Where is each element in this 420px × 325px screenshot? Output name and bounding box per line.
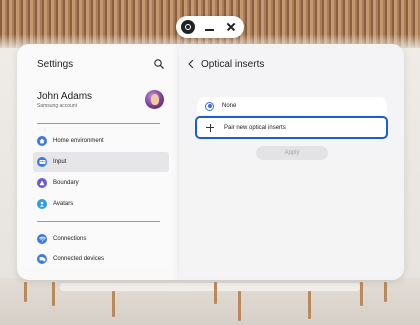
sidebar-item-input[interactable]: Input [33, 152, 169, 172]
minimize-icon[interactable] [203, 20, 217, 34]
sidebar-item-connections[interactable]: Connections [33, 229, 169, 249]
sidebar-item-label: Connected devices [53, 256, 105, 262]
chair-leg [112, 291, 115, 317]
settings-sidebar: Settings John Adams Samsung account Home… [17, 44, 179, 280]
app-icon[interactable] [181, 20, 195, 34]
table-background [60, 283, 360, 291]
chair-leg [308, 291, 311, 319]
radio-selected-icon[interactable] [205, 101, 214, 111]
profile-name[interactable]: John Adams [37, 91, 92, 102]
divider [37, 123, 160, 124]
home-icon [37, 136, 47, 146]
option-label: Pair new optical inserts [224, 124, 286, 131]
chair-leg [214, 282, 217, 304]
avatar-icon [37, 199, 47, 209]
close-icon[interactable] [224, 20, 238, 34]
sidebar-item-label: Input [53, 159, 67, 165]
sidebar-item-label: Avatars [53, 201, 74, 207]
profile-subtitle: Samsung account [37, 103, 78, 109]
search-icon[interactable] [153, 58, 165, 70]
pair-new-optical-inserts-button[interactable]: Pair new optical inserts [195, 116, 388, 139]
apply-button[interactable]: Apply [256, 146, 328, 160]
chair-leg [384, 282, 387, 302]
optical-inserts-panel: Optical inserts None Pair new optical in… [179, 44, 404, 280]
chevron-left-icon[interactable] [186, 59, 196, 69]
divider [37, 221, 160, 222]
input-icon [37, 157, 47, 167]
chair-leg [24, 282, 27, 302]
devices-icon [37, 254, 47, 264]
chair-leg [238, 291, 241, 321]
chair-leg [360, 282, 363, 306]
sidebar-title: Settings [37, 59, 74, 70]
page-title: Optical inserts [201, 59, 265, 70]
option-none[interactable]: None [197, 97, 387, 115]
sidebar-item-connected-devices[interactable]: Connected devices [33, 249, 169, 269]
wifi-icon [37, 234, 47, 244]
sidebar-item-boundary[interactable]: Boundary [33, 173, 169, 193]
plus-icon [206, 123, 214, 132]
window-controls [176, 16, 244, 38]
sidebar-item-avatars[interactable]: Avatars [33, 194, 169, 214]
boundary-icon [37, 178, 47, 188]
sidebar-item-home-environment[interactable]: Home environment [33, 131, 169, 151]
sidebar-item-label: Home environment [53, 138, 104, 144]
sidebar-item-label: Connections [53, 236, 87, 242]
chair-leg [52, 282, 55, 306]
option-label: None [222, 103, 237, 109]
sidebar-item-label: Boundary [53, 180, 79, 186]
avatar[interactable] [145, 90, 164, 109]
